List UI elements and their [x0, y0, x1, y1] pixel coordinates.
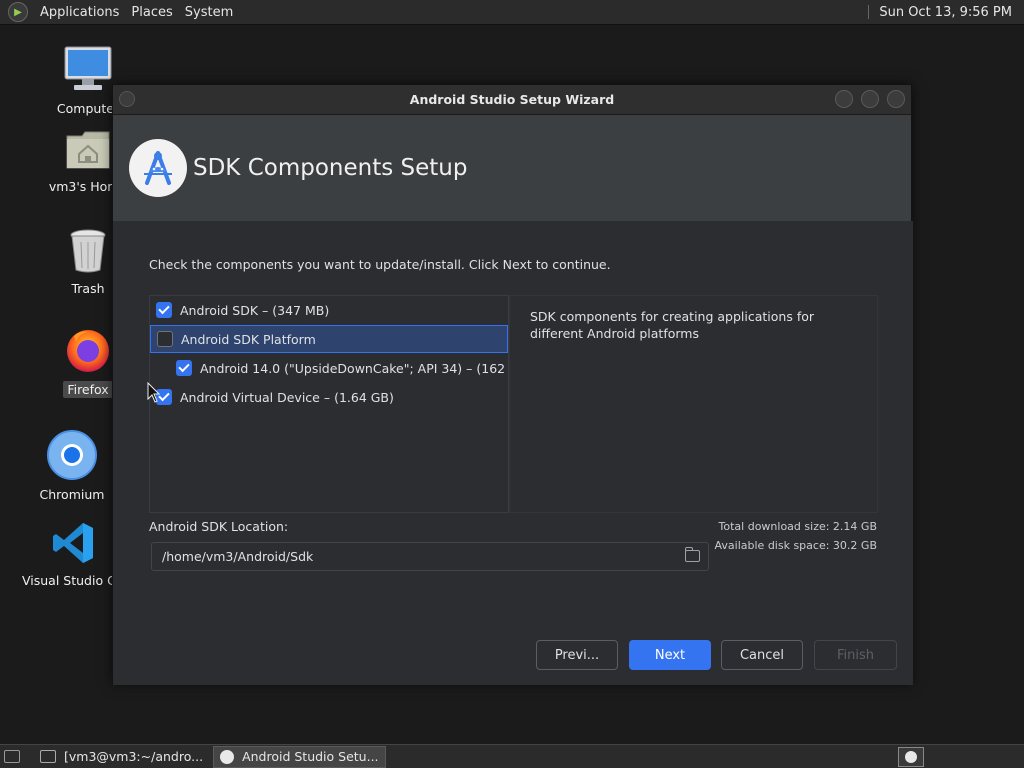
- total-download-size: Total download size: 2.14 GB: [718, 520, 877, 533]
- tray-icon-glyph: [905, 751, 917, 763]
- android-studio-logo-icon: [129, 139, 187, 197]
- desktop-icon-label: Visual Studio Code: [22, 573, 124, 588]
- sdk-location-field[interactable]: /home/vm3/Android/Sdk: [151, 542, 709, 571]
- minimize-button[interactable]: [835, 90, 853, 108]
- checkbox-checked[interactable]: [156, 302, 172, 318]
- show-desktop-button[interactable]: [0, 746, 24, 768]
- component-row-sdk-platform[interactable]: Android SDK Platform: [150, 325, 508, 353]
- dialog-title: Android Studio Setup Wizard: [409, 92, 615, 107]
- tray-android-studio-icon[interactable]: [898, 747, 924, 767]
- window-menu-button[interactable]: [119, 91, 135, 107]
- wizard-header: SDK Components Setup: [113, 115, 911, 221]
- wizard-content: Check the components you want to update/…: [113, 221, 913, 685]
- component-label: Android Virtual Device – (1.64 GB): [180, 389, 394, 405]
- desktop-icon-label-text: Firefox: [63, 381, 113, 398]
- taskbar-item-terminal[interactable]: [vm3@vm3:~/andro...: [34, 746, 209, 768]
- maximize-button[interactable]: [861, 90, 879, 108]
- mouse-cursor-icon: [147, 382, 161, 403]
- component-label: Android SDK – (347 MB): [180, 302, 330, 318]
- component-row-virtual-device[interactable]: Android Virtual Device – (1.64 GB): [150, 383, 508, 411]
- component-row-android-14[interactable]: Android 14.0 ("UpsideDownCake"; API 34) …: [150, 354, 508, 382]
- component-label: Android 14.0 ("UpsideDownCake"; API 34) …: [200, 360, 506, 376]
- panel-separator: [868, 5, 870, 19]
- next-button[interactable]: Next: [629, 640, 711, 670]
- component-row-android-sdk[interactable]: Android SDK – (347 MB): [150, 296, 508, 324]
- taskbar: [vm3@vm3:~/andro... Android Studio Setu.…: [0, 744, 1024, 768]
- wizard-header-title: SDK Components Setup: [193, 155, 468, 181]
- folder-icon[interactable]: [684, 547, 700, 562]
- menu-places[interactable]: Places: [125, 5, 178, 20]
- available-disk-space: Available disk space: 30.2 GB: [714, 539, 877, 552]
- size-info: Total download size: 2.14 GB Available d…: [715, 517, 877, 555]
- checkbox-unchecked[interactable]: [157, 331, 173, 347]
- taskbar-item-label: Android Studio Setu...: [242, 749, 379, 764]
- previous-button[interactable]: Previ...: [536, 640, 618, 670]
- close-button[interactable]: [887, 90, 905, 108]
- top-panel: ▶ Applications Places System Sun Oct 13,…: [0, 0, 1024, 25]
- clock[interactable]: Sun Oct 13, 9:56 PM: [879, 5, 1012, 20]
- desktop-icon-label: Chromium: [39, 487, 105, 502]
- desktop-icon-vscode[interactable]: Visual Studio Code: [22, 520, 124, 588]
- sdk-location-value: /home/vm3/Android/Sdk: [162, 549, 314, 564]
- taskbar-item-android-studio[interactable]: Android Studio Setu...: [213, 745, 386, 768]
- menu-system[interactable]: System: [179, 5, 239, 20]
- dialog-titlebar[interactable]: Android Studio Setup Wizard: [113, 85, 911, 115]
- menu-applications[interactable]: Applications: [34, 5, 125, 20]
- setup-wizard-dialog: Android Studio Setup Wizard SDK Componen…: [112, 84, 913, 685]
- instructions-text: Check the components you want to update/…: [149, 257, 611, 272]
- checkbox-checked[interactable]: [176, 360, 192, 376]
- components-tree[interactable]: Android SDK – (347 MB) Android SDK Platf…: [149, 295, 509, 513]
- component-description: SDK components for creating applications…: [509, 295, 878, 513]
- component-label: Android SDK Platform: [181, 331, 316, 347]
- taskbar-item-label: [vm3@vm3:~/andro...: [64, 749, 204, 764]
- sdk-location-label: Android SDK Location:: [149, 519, 289, 534]
- chromium-icon: [22, 430, 122, 483]
- android-studio-icon: [220, 749, 235, 764]
- desktop-icon-chromium[interactable]: Chromium: [22, 430, 122, 502]
- window-controls: [835, 90, 905, 108]
- finish-button: Finish: [814, 640, 897, 670]
- vscode-icon: [22, 520, 124, 569]
- terminal-icon: [40, 750, 56, 763]
- show-desktop-icon: [4, 750, 20, 763]
- cancel-button[interactable]: Cancel: [721, 640, 803, 670]
- distro-logo-icon[interactable]: ▶: [8, 2, 28, 22]
